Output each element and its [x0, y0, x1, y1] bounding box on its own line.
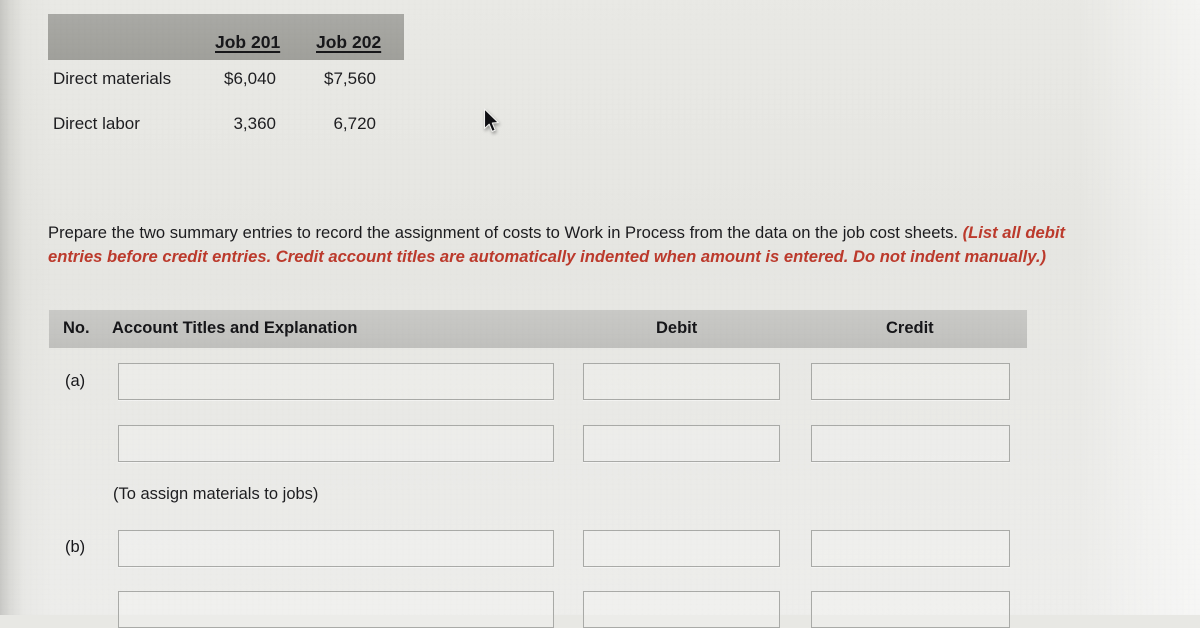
- column-header-job-202: Job 202: [316, 32, 382, 52]
- column-header-debit: Debit: [656, 319, 698, 337]
- entry-label-b: (b): [65, 538, 86, 556]
- column-header-account-titles: Account Titles and Explanation: [112, 319, 358, 337]
- entry-b-line-1-account-input[interactable]: [118, 530, 554, 567]
- mouse-pointer-arrow-icon: [483, 108, 499, 132]
- column-header-job-201: Job 201: [215, 32, 281, 52]
- entry-b-line-1-debit-input[interactable]: [583, 530, 780, 567]
- entry-a-line-2-credit-input[interactable]: [811, 425, 1010, 462]
- entry-b-line-2-debit-input[interactable]: [583, 591, 780, 628]
- entry-a-line-2-debit-input[interactable]: [583, 425, 780, 462]
- entry-label-a: (a): [65, 372, 86, 390]
- entry-b-line-1-credit-input[interactable]: [811, 530, 1010, 567]
- entry-b-line-2-account-input[interactable]: [118, 591, 554, 628]
- job-cost-row-direct-labor: Direct labor 3,360 6,720: [48, 105, 404, 150]
- direct-labor-job-202-value: 6,720: [333, 114, 376, 133]
- direct-materials-job-201-value: $6,040: [224, 69, 276, 88]
- entry-a-line-2-account-input[interactable]: [118, 425, 554, 462]
- entry-a-line-1-account-input[interactable]: [118, 363, 554, 400]
- row-label-direct-labor: Direct labor: [53, 114, 140, 133]
- entry-b-line-2-credit-input[interactable]: [811, 591, 1010, 628]
- journal-table-header-row: No. Account Titles and Explanation Debit…: [49, 310, 1027, 348]
- instruction-main-text: Prepare the two summary entries to recor…: [48, 222, 959, 242]
- column-header-credit: Credit: [886, 319, 934, 337]
- job-cost-table-header-row: Job 201 Job 202: [48, 14, 404, 60]
- job-cost-summary-table: Job 201 Job 202 Direct materials $6,040 …: [48, 14, 404, 150]
- entry-a-line-1-credit-input[interactable]: [811, 363, 1010, 400]
- direct-labor-job-201-value: 3,360: [233, 114, 276, 133]
- row-label-direct-materials: Direct materials: [53, 69, 172, 88]
- exercise-instructions: Prepare the two summary entries to recor…: [48, 221, 1118, 270]
- entry-a-caption: (To assign materials to jobs): [113, 485, 319, 503]
- entry-a-line-1-debit-input[interactable]: [583, 363, 780, 400]
- direct-materials-job-202-value: $7,560: [324, 69, 376, 88]
- column-header-no: No.: [63, 319, 90, 337]
- job-cost-row-direct-materials: Direct materials $6,040 $7,560: [48, 60, 404, 105]
